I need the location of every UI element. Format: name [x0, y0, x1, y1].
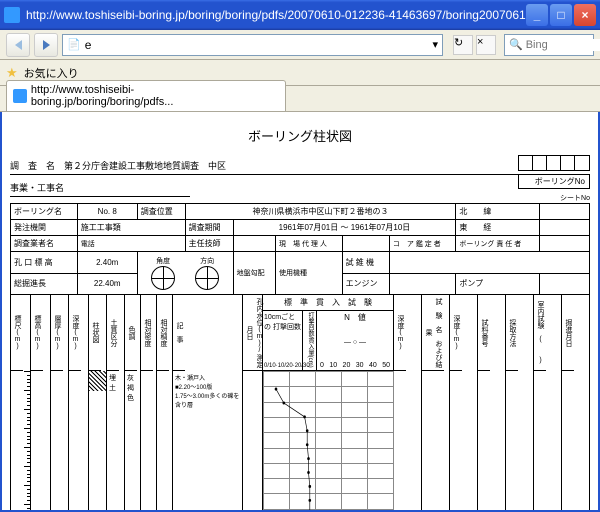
search-icon: 🔍 [509, 38, 523, 51]
sheet-label: シートNo [518, 193, 590, 203]
cell: 地盤勾配 [233, 252, 275, 295]
back-button[interactable] [6, 33, 30, 57]
refresh-button[interactable]: ↻ [453, 35, 473, 55]
info-table: ボーリング名 No. 8 調査位置 神奈川県横浜市中区山下町２番地の３ 北 緯 … [10, 203, 590, 295]
n-label: N 値 [318, 312, 392, 323]
forward-button[interactable] [34, 33, 58, 57]
search-box[interactable]: 🔍 [504, 34, 594, 56]
right-col: 試料番号 [477, 295, 505, 512]
n-value-chart [263, 371, 393, 512]
log-header: 相対稠度 [157, 295, 169, 371]
cell: 22.40m [77, 273, 137, 295]
tab-bar: http://www.toshiseibi-boring.jp/boring/b… [0, 86, 600, 112]
tab-label: http://www.toshiseibi-boring.jp/boring/b… [31, 84, 275, 108]
boring-no-boxes [518, 155, 590, 171]
cell: 調査期間 [185, 220, 233, 236]
log-header: 孔内水位(m)/測定月日 [243, 295, 265, 371]
cell: 総掘進長 [11, 273, 78, 295]
right-col: 採取方法 [505, 295, 533, 512]
log-col: 相対密度 [141, 295, 157, 512]
cell: 調査業者名 [11, 236, 78, 252]
cell: ボーリング名 [11, 204, 78, 220]
cell: コ ア 鑑 定 者 [389, 236, 456, 252]
window-titlebar: http://www.toshiseibi-boring.jp/boring/b… [0, 0, 600, 30]
address-bar[interactable]: 📄 ▾ [62, 34, 443, 56]
cell: 主任技師 [185, 236, 233, 252]
cell: 発注機関 [11, 220, 78, 236]
document-viewport[interactable]: ボーリング柱状図 調 査 名 第２分庁舎建設工事敷地地質調査 中区 事業・工事名… [0, 112, 600, 512]
log-col: 色調灰褐色 [125, 295, 141, 512]
log-col: 標尺(m) [11, 295, 31, 512]
log-col: 土質区分埋土 [107, 295, 125, 512]
favorites-label[interactable]: お気に入り [24, 65, 79, 81]
right-col: 深度(m) [393, 295, 421, 512]
log-col: 層厚(m) [51, 295, 69, 512]
boring-no-label: ボーリングNo [518, 174, 590, 189]
right-col: 掘進月日 [561, 295, 589, 512]
cell: 北 緯 [456, 204, 540, 220]
log-header: 層厚(m) [51, 295, 63, 371]
close-button[interactable]: × [574, 4, 596, 26]
arrow-right-icon [43, 40, 50, 50]
page-icon: 📄 [67, 38, 81, 51]
tab-icon [13, 89, 27, 103]
window-title: http://www.toshiseibi-boring.jp/boring/b… [26, 8, 526, 22]
log-col: 標高(m) [31, 295, 51, 512]
arrow-left-icon [15, 40, 22, 50]
log-col: 孔内水位(m)/測定月日 [243, 295, 263, 512]
doc-title: ボーリング柱状図 [10, 126, 590, 145]
cell: ボーリング 責 任 者 [456, 236, 540, 252]
log-header: 深度(m) [69, 295, 81, 371]
survey-label: 調 査 名 [10, 161, 55, 171]
log-header: 相対密度 [141, 295, 153, 371]
log-header: 標高(m) [31, 295, 43, 371]
right-col: 深度(m) [449, 295, 477, 512]
log-header: 記 事 [173, 295, 185, 371]
cell: 使用機種 [276, 252, 343, 295]
right-col: 試 験 名 および結果 [421, 295, 449, 512]
maximize-button[interactable]: □ [550, 4, 572, 26]
cell: 調査位置 [137, 204, 185, 220]
boring-document: ボーリング柱状図 調 査 名 第２分庁舎建設工事敷地地質調査 中区 事業・工事名… [10, 120, 590, 512]
cell: 神奈川県横浜市中区山下町２番地の３ [185, 204, 456, 220]
log-header: 色調 [125, 295, 137, 371]
cell: 現 場 代 理 人 [276, 236, 343, 252]
direction-dial-icon [195, 266, 219, 290]
spt-title: 標 準 貫 入 試 験 [263, 295, 393, 311]
log-col: 記 事木・瀬戸入 ■2.20～100版 1.75～3.00m多くの礫を含り層 [173, 295, 243, 512]
log-section: 標尺(m) 標高(m) 層厚(m) 深度(m) 柱状図土質区分埋土色調灰褐色相対密度相対… [10, 295, 590, 512]
star-icon[interactable]: ★ [6, 65, 18, 81]
cell: ポンプ [456, 273, 540, 295]
cell: No. 8 [77, 204, 137, 220]
log-header: 土質区分 [107, 295, 119, 371]
minimize-button[interactable]: _ [526, 4, 548, 26]
browser-tab[interactable]: http://www.toshiseibi-boring.jp/boring/b… [6, 80, 286, 111]
right-col: 室内試験 ( ) [533, 295, 561, 512]
search-input[interactable] [526, 39, 600, 51]
dropdown-icon[interactable]: ▾ [432, 38, 438, 51]
log-col: 柱状図 [89, 295, 107, 512]
ie-icon [4, 7, 20, 23]
cell: 2.40m [77, 252, 137, 274]
log-header: 標尺(m) [11, 295, 23, 371]
log-col: 深度(m) [69, 295, 89, 512]
log-header: 柱状図 [89, 295, 101, 371]
cell: 孔 口 標 高 [11, 252, 78, 274]
survey-name: 第２分庁舎建設工事敷地地質調査 中区 [64, 161, 226, 171]
spt-section: 標 準 貫 入 試 験 10cmごとの 打撃回数 0/10·10/20·20/3… [263, 295, 393, 512]
angle-dial-icon [151, 266, 175, 290]
cell: 試 錐 機 [342, 252, 389, 274]
stop-button[interactable]: × [476, 35, 496, 55]
nav-toolbar: 📄 ▾ ↻ × 🔍 [0, 30, 600, 60]
address-input[interactable] [85, 38, 429, 52]
cell: エンジン [342, 273, 389, 295]
client-label: 事業・工事名 [10, 183, 64, 193]
cell: 施工工事類 [77, 220, 185, 236]
log-col: 相対稠度 [157, 295, 173, 512]
cell: 東 経 [456, 220, 540, 236]
